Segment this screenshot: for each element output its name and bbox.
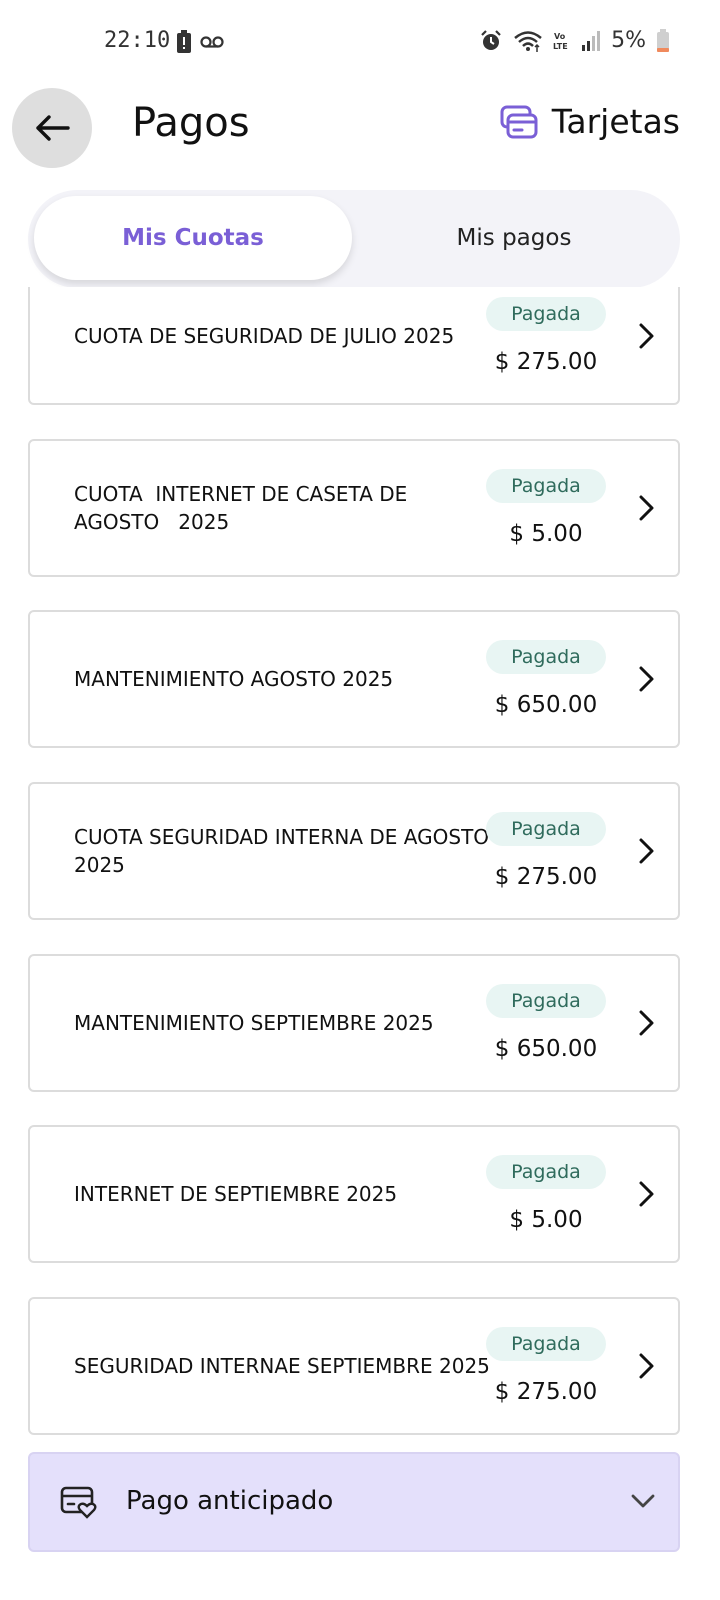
signal-icon xyxy=(582,30,601,51)
fee-card[interactable]: CUOTA SEGURIDAD INTERNA DE AGOSTO 2025 P… xyxy=(28,782,680,920)
back-button[interactable] xyxy=(12,88,92,168)
volte-icon: Vo LTE xyxy=(553,32,568,51)
accordion-label: Pago anticipado xyxy=(126,1486,334,1516)
chevron-right-icon xyxy=(639,838,654,864)
status-badge: Pagada xyxy=(486,297,606,331)
svg-text:Vo: Vo xyxy=(554,32,566,41)
fee-title: MANTENIMIENTO SEPTIEMBRE 2025 xyxy=(74,1011,434,1035)
fee-title: SEGURIDAD INTERNAE SEPTIEMBRE 2025 xyxy=(74,1354,490,1378)
fee-title: CUOTA SEGURIDAD INTERNA DE AGOSTO 2025 xyxy=(74,825,490,877)
tab-mis-cuotas[interactable]: Mis Cuotas xyxy=(34,196,352,280)
advance-payment-accordion[interactable]: Pago anticipado xyxy=(28,1452,680,1552)
fee-amount: $ 275.00 xyxy=(494,1379,598,1405)
card-heart-icon xyxy=(60,1486,97,1519)
fee-amount: $ 5.00 xyxy=(509,1207,583,1233)
chevron-right-icon xyxy=(639,495,654,521)
fee-card[interactable]: MANTENIMIENTO SEPTIEMBRE 2025 Pagada $ 6… xyxy=(28,954,680,1092)
cards-button[interactable]: Tarjetas xyxy=(500,102,680,141)
fees-list[interactable]: CUOTA DE SEGURIDAD DE JULIO 2025 Pagada … xyxy=(28,287,680,1447)
status-badge: Pagada xyxy=(486,812,606,846)
status-badge: Pagada xyxy=(486,1155,606,1189)
tab-mis-pagos[interactable]: Mis pagos xyxy=(354,196,674,280)
alarm-icon xyxy=(481,29,501,50)
fee-amount: $ 275.00 xyxy=(494,864,598,890)
fee-title: CUOTA INTERNET DE CASETA DE AGOSTO 2025 xyxy=(74,482,414,534)
svg-text:LTE: LTE xyxy=(553,42,568,51)
wifi-icon xyxy=(514,30,542,52)
segmented-tabs: Mis Cuotas Mis pagos xyxy=(28,190,680,288)
battery-alert-icon xyxy=(177,30,191,53)
status-badge: Pagada xyxy=(486,469,606,503)
fee-title: INTERNET DE SEPTIEMBRE 2025 xyxy=(74,1182,398,1206)
status-badge: Pagada xyxy=(486,640,606,674)
fee-amount: $ 650.00 xyxy=(494,1036,598,1062)
cards-label: Tarjetas xyxy=(551,102,680,141)
status-time: 22:10 xyxy=(104,28,171,53)
battery-percent: 5% xyxy=(611,28,646,53)
chevron-down-icon xyxy=(631,1494,655,1508)
chevron-right-icon xyxy=(639,323,654,349)
chevron-right-icon xyxy=(639,666,654,692)
fee-amount: $ 5.00 xyxy=(509,521,583,547)
fee-amount: $ 275.00 xyxy=(494,349,598,375)
fee-card[interactable]: SEGURIDAD INTERNAE SEPTIEMBRE 2025 Pagad… xyxy=(28,1297,680,1435)
arrow-left-icon xyxy=(36,115,70,141)
fee-title: MANTENIMIENTO AGOSTO 2025 xyxy=(74,667,394,691)
status-bar: 22:10 Vo LTE 5% xyxy=(0,0,720,80)
status-badge: Pagada xyxy=(486,1327,606,1361)
status-left-icons xyxy=(176,30,224,54)
status-right-icons: Vo LTE 5% xyxy=(479,28,670,53)
fee-card[interactable]: INTERNET DE SEPTIEMBRE 2025 Pagada $ 5.0… xyxy=(28,1125,680,1263)
chevron-right-icon xyxy=(639,1181,654,1207)
page-title: Pagos xyxy=(132,100,250,146)
fee-card[interactable]: MANTENIMIENTO AGOSTO 2025 Pagada $ 650.0… xyxy=(28,610,680,748)
voicemail-icon xyxy=(200,36,224,48)
credit-cards-icon xyxy=(500,105,538,138)
chevron-right-icon xyxy=(639,1010,654,1036)
fee-title: CUOTA DE SEGURIDAD DE JULIO 2025 xyxy=(74,324,455,348)
fee-card[interactable]: CUOTA INTERNET DE CASETA DE AGOSTO 2025 … xyxy=(28,439,680,577)
fee-amount: $ 650.00 xyxy=(494,692,598,718)
fee-card[interactable]: CUOTA DE SEGURIDAD DE JULIO 2025 Pagada … xyxy=(28,287,680,405)
status-badge: Pagada xyxy=(486,984,606,1018)
battery-low-icon xyxy=(657,28,669,52)
chevron-right-icon xyxy=(639,1353,654,1379)
